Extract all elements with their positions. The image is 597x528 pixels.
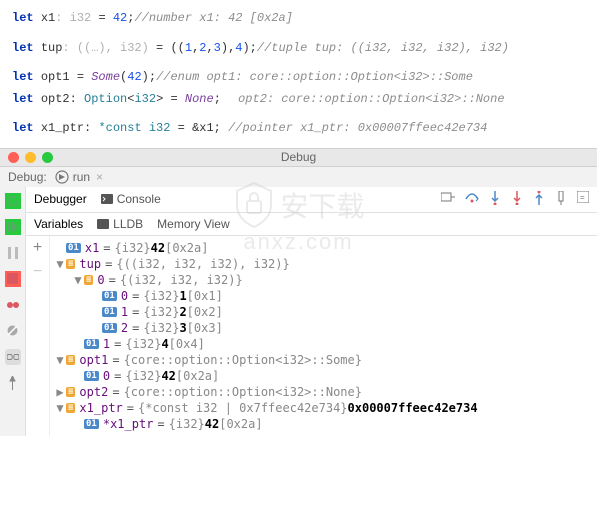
var-row[interactable]: 01 1={i32} 4 [0x4] [50, 336, 597, 352]
stop-icon[interactable] [5, 271, 21, 287]
code-line: let x1: i32 = 42;//number x1: 42 [0x2a] [12, 8, 585, 30]
subtabs: Variables LLDB Memory View [26, 213, 597, 236]
code-line: let opt1 = Some(42);//enum opt1: core::o… [12, 67, 585, 89]
var-row[interactable]: 01 *x1_ptr={i32} 42 [0x2a] [50, 416, 597, 432]
debug-panel: Debug Debug: run × Debugger Console [0, 148, 597, 436]
pause-icon[interactable] [5, 245, 21, 261]
breakpoints-icon[interactable] [5, 297, 21, 313]
rerun-icon[interactable] [5, 193, 21, 209]
chevron-down-icon[interactable]: ▼ [72, 273, 84, 287]
run-to-cursor-icon[interactable] [555, 191, 567, 208]
var-row[interactable]: 01 1={i32} 2 [0x2] [50, 304, 597, 320]
var-row[interactable]: 01 0={i32} 1 [0x1] [50, 288, 597, 304]
svg-text:=: = [580, 193, 585, 202]
type-badge: 01 [66, 243, 81, 253]
maximize-window-icon[interactable] [42, 152, 53, 163]
code-line: let x1_ptr: *const i32 = &x1; //pointer … [12, 118, 585, 140]
variables-tree: 01 x1={i32} 42 [0x2a] ▼ ≡ tup={((i32, i3… [50, 236, 597, 436]
tab-console[interactable]: Console [101, 192, 161, 206]
mute-breakpoints-icon[interactable] [5, 323, 21, 339]
code-editor: let x1: i32 = 42;//number x1: 42 [0x2a] … [0, 0, 597, 148]
var-row-x1[interactable]: 01 x1={i32} 42 [0x2a] [50, 240, 597, 256]
minimize-window-icon[interactable] [25, 152, 36, 163]
window-title: Debug [281, 150, 316, 164]
force-step-into-icon[interactable] [511, 191, 523, 208]
show-exec-point-icon[interactable] [441, 191, 455, 208]
terminal-icon [97, 219, 109, 229]
var-row-opt2[interactable]: ▶ ≡ opt2={core::option::Option<i32>::Non… [50, 384, 597, 400]
resume-icon[interactable] [5, 219, 21, 235]
left-rail [0, 187, 26, 436]
tab-variables[interactable]: Variables [34, 217, 83, 231]
remove-watch-icon[interactable]: − [30, 264, 46, 280]
tab-memory[interactable]: Memory View [157, 217, 229, 231]
vars-rail: + − [26, 236, 50, 436]
evaluate-icon[interactable]: = [577, 191, 589, 208]
step-over-icon[interactable] [465, 191, 479, 208]
step-into-icon[interactable] [489, 191, 501, 208]
var-row[interactable]: 01 2={i32} 3 [0x3] [50, 320, 597, 336]
tab-debugger[interactable]: Debugger [34, 192, 87, 206]
window-header: Debug [0, 149, 597, 167]
type-badge: ≡ [66, 259, 75, 269]
debug-header: Debug: run × [0, 167, 597, 187]
code-line: let tup: ((…), i32) = ((1,2,3),4);//tupl… [12, 38, 585, 60]
chevron-down-icon[interactable]: ▼ [54, 257, 66, 271]
traffic-lights [8, 152, 53, 163]
close-window-icon[interactable] [8, 152, 19, 163]
tabs: Debugger Console = [26, 187, 597, 213]
code-line: let opt2: Option<i32> = None; opt2: core… [12, 89, 585, 111]
step-out-icon[interactable] [533, 191, 545, 208]
keyword: let [12, 11, 34, 25]
chevron-down-icon[interactable]: ▼ [54, 353, 66, 367]
var-row-tup[interactable]: ▼ ≡ tup={((i32, i32, i32), i32)} [50, 256, 597, 272]
chevron-right-icon[interactable]: ▶ [54, 385, 66, 399]
chain-icon[interactable] [5, 349, 21, 365]
close-icon[interactable]: × [96, 170, 103, 184]
run-config[interactable]: run × [55, 170, 103, 184]
add-watch-icon[interactable]: + [30, 240, 46, 256]
pin-icon[interactable] [5, 375, 21, 391]
var-row-x1ptr[interactable]: ▼ ≡ x1_ptr={*const i32 | 0x7ffeec42e734}… [50, 400, 597, 416]
var-row[interactable]: ▼ ≡ 0={(i32, i32, i32)} [50, 272, 597, 288]
debug-label: Debug: [8, 170, 47, 184]
tab-lldb[interactable]: LLDB [97, 217, 143, 231]
chevron-down-icon[interactable]: ▼ [54, 401, 66, 415]
console-icon [101, 194, 113, 204]
var-row[interactable]: 01 0={i32} 42 [0x2a] [50, 368, 597, 384]
var-row-opt1[interactable]: ▼ ≡ opt1={core::option::Option<i32>::Som… [50, 352, 597, 368]
